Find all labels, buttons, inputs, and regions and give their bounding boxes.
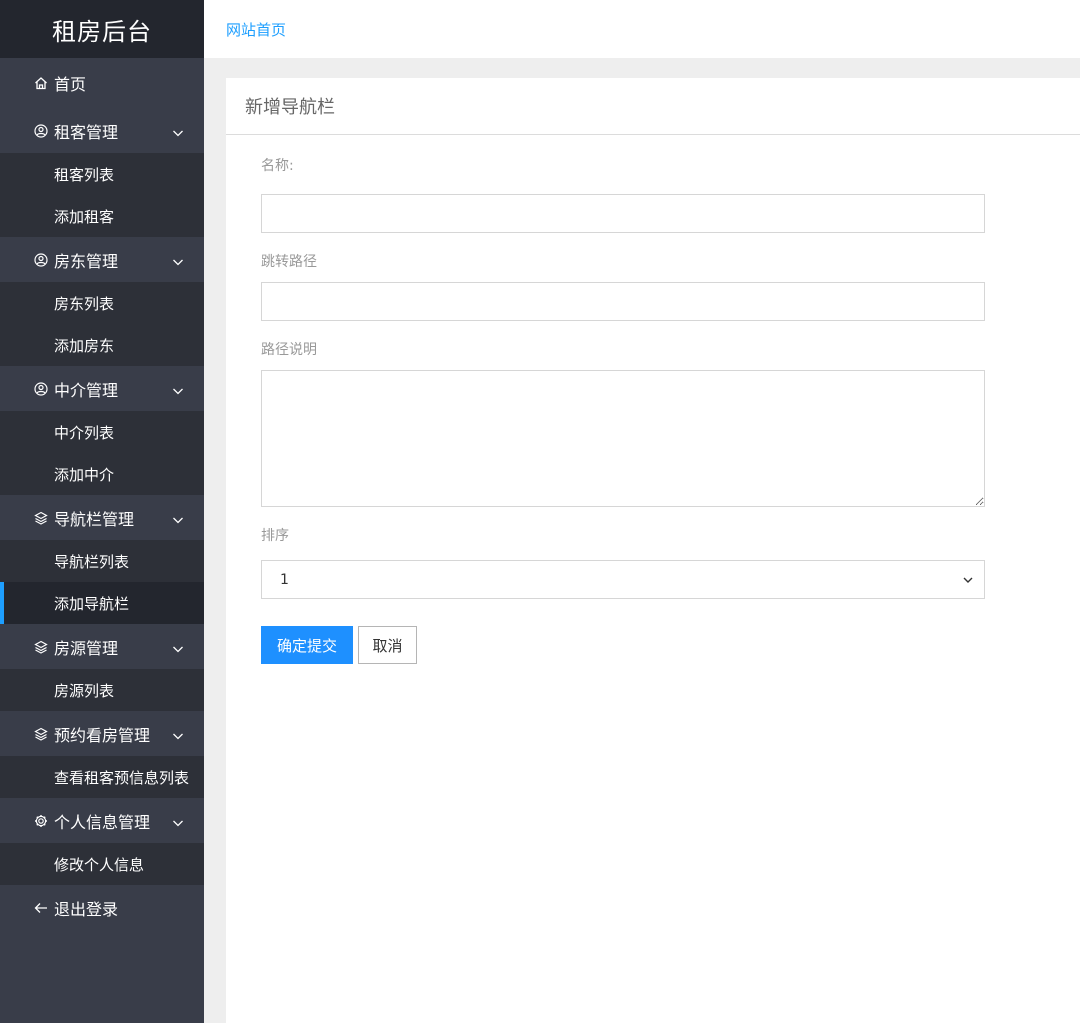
sidebar-group-label: 房东管理 [54,251,119,271]
page-title: 新增导航栏 [226,78,1080,135]
sidebar-group-listing[interactable]: 房源管理 [0,624,204,669]
layers-icon [34,640,48,654]
sidebar-nav: 首页 租客管理 租客列表 添加租客 房东管理 房东列表 添加房东 中介管理 中介… [0,58,204,930]
gear-icon [34,814,48,828]
sidebar-group-tenant[interactable]: 租客管理 [0,108,204,153]
chevron-down-icon [172,511,184,523]
sidebar-group-profile[interactable]: 个人信息管理 [0,798,204,843]
sidebar-group-label: 中介管理 [54,380,119,400]
navbar-form: 名称: 跳转路径 路径说明 排序 1 [261,156,985,599]
sidebar-item-tenant-list[interactable]: 租客列表 [0,153,204,195]
user-circle-icon [34,252,48,267]
layers-icon [34,727,48,741]
sidebar-item-add-tenant[interactable]: 添加租客 [0,195,204,237]
chevron-down-icon [172,253,184,265]
name-label: 名称: [261,158,294,174]
topbar: 网站首页 [204,0,1080,58]
sidebar-group-label: 个人信息管理 [54,812,151,832]
chevron-down-icon [172,814,184,826]
arrow-left-icon [34,901,48,915]
chevron-down-icon [172,640,184,652]
sidebar-group-landlord[interactable]: 房东管理 [0,237,204,282]
order-select[interactable]: 1 [261,560,985,599]
sidebar-item-landlord-list[interactable]: 房东列表 [0,282,204,324]
sidebar-item-edit-profile[interactable]: 修改个人信息 [0,843,204,885]
sidebar-item-listing-list[interactable]: 房源列表 [0,669,204,711]
cancel-button[interactable]: 取消 [358,626,417,664]
home-icon [34,76,48,90]
sidebar-item-label: 首页 [54,75,87,94]
sidebar-group-label: 租客管理 [54,122,119,142]
submit-button[interactable]: 确定提交 [261,626,353,664]
sidebar-group-label: 导航栏管理 [54,509,135,529]
sidebar-group-label: 预约看房管理 [54,725,151,745]
sidebar-group-label: 房源管理 [54,638,119,658]
layers-icon [34,511,48,525]
sidebar-item-logout[interactable]: 退出登录 [0,885,204,930]
description-textarea[interactable] [261,370,985,507]
chevron-down-icon [962,574,974,586]
sidebar-group-navbar[interactable]: 导航栏管理 [0,495,204,540]
chevron-down-icon [172,727,184,739]
description-label: 路径说明 [261,342,317,358]
sidebar-group-appointment[interactable]: 预约看房管理 [0,711,204,756]
sidebar: 租房后台 首页 租客管理 租客列表 添加租客 房东管理 房东列表 添加房东 中介… [0,0,204,1023]
form-card: 新增导航栏 名称: 跳转路径 路径说明 排序 1 确定提交 取消 [226,78,1080,1023]
sidebar-item-agent-list[interactable]: 中介列表 [0,411,204,453]
sidebar-item-navbar-list[interactable]: 导航栏列表 [0,540,204,582]
chevron-down-icon [172,382,184,394]
form-actions: 确定提交 取消 [261,626,417,664]
sidebar-group-agent[interactable]: 中介管理 [0,366,204,411]
user-circle-icon [34,381,48,396]
site-home-link[interactable]: 网站首页 [226,19,286,40]
order-select-value: 1 [280,571,289,588]
sidebar-item-add-landlord[interactable]: 添加房东 [0,324,204,366]
path-label: 跳转路径 [261,254,317,270]
order-label: 排序 [261,528,289,544]
user-circle-icon [34,123,48,138]
sidebar-item-home[interactable]: 首页 [0,58,204,108]
sidebar-item-label: 退出登录 [54,899,119,919]
sidebar-item-add-navbar[interactable]: 添加导航栏 [0,582,204,624]
sidebar-item-appointment-list[interactable]: 查看租客预信息列表 [0,756,204,798]
sidebar-item-add-agent[interactable]: 添加中介 [0,453,204,495]
chevron-down-icon [172,124,184,136]
path-input[interactable] [261,282,985,321]
app-title: 租房后台 [0,0,204,58]
name-input[interactable] [261,194,985,233]
